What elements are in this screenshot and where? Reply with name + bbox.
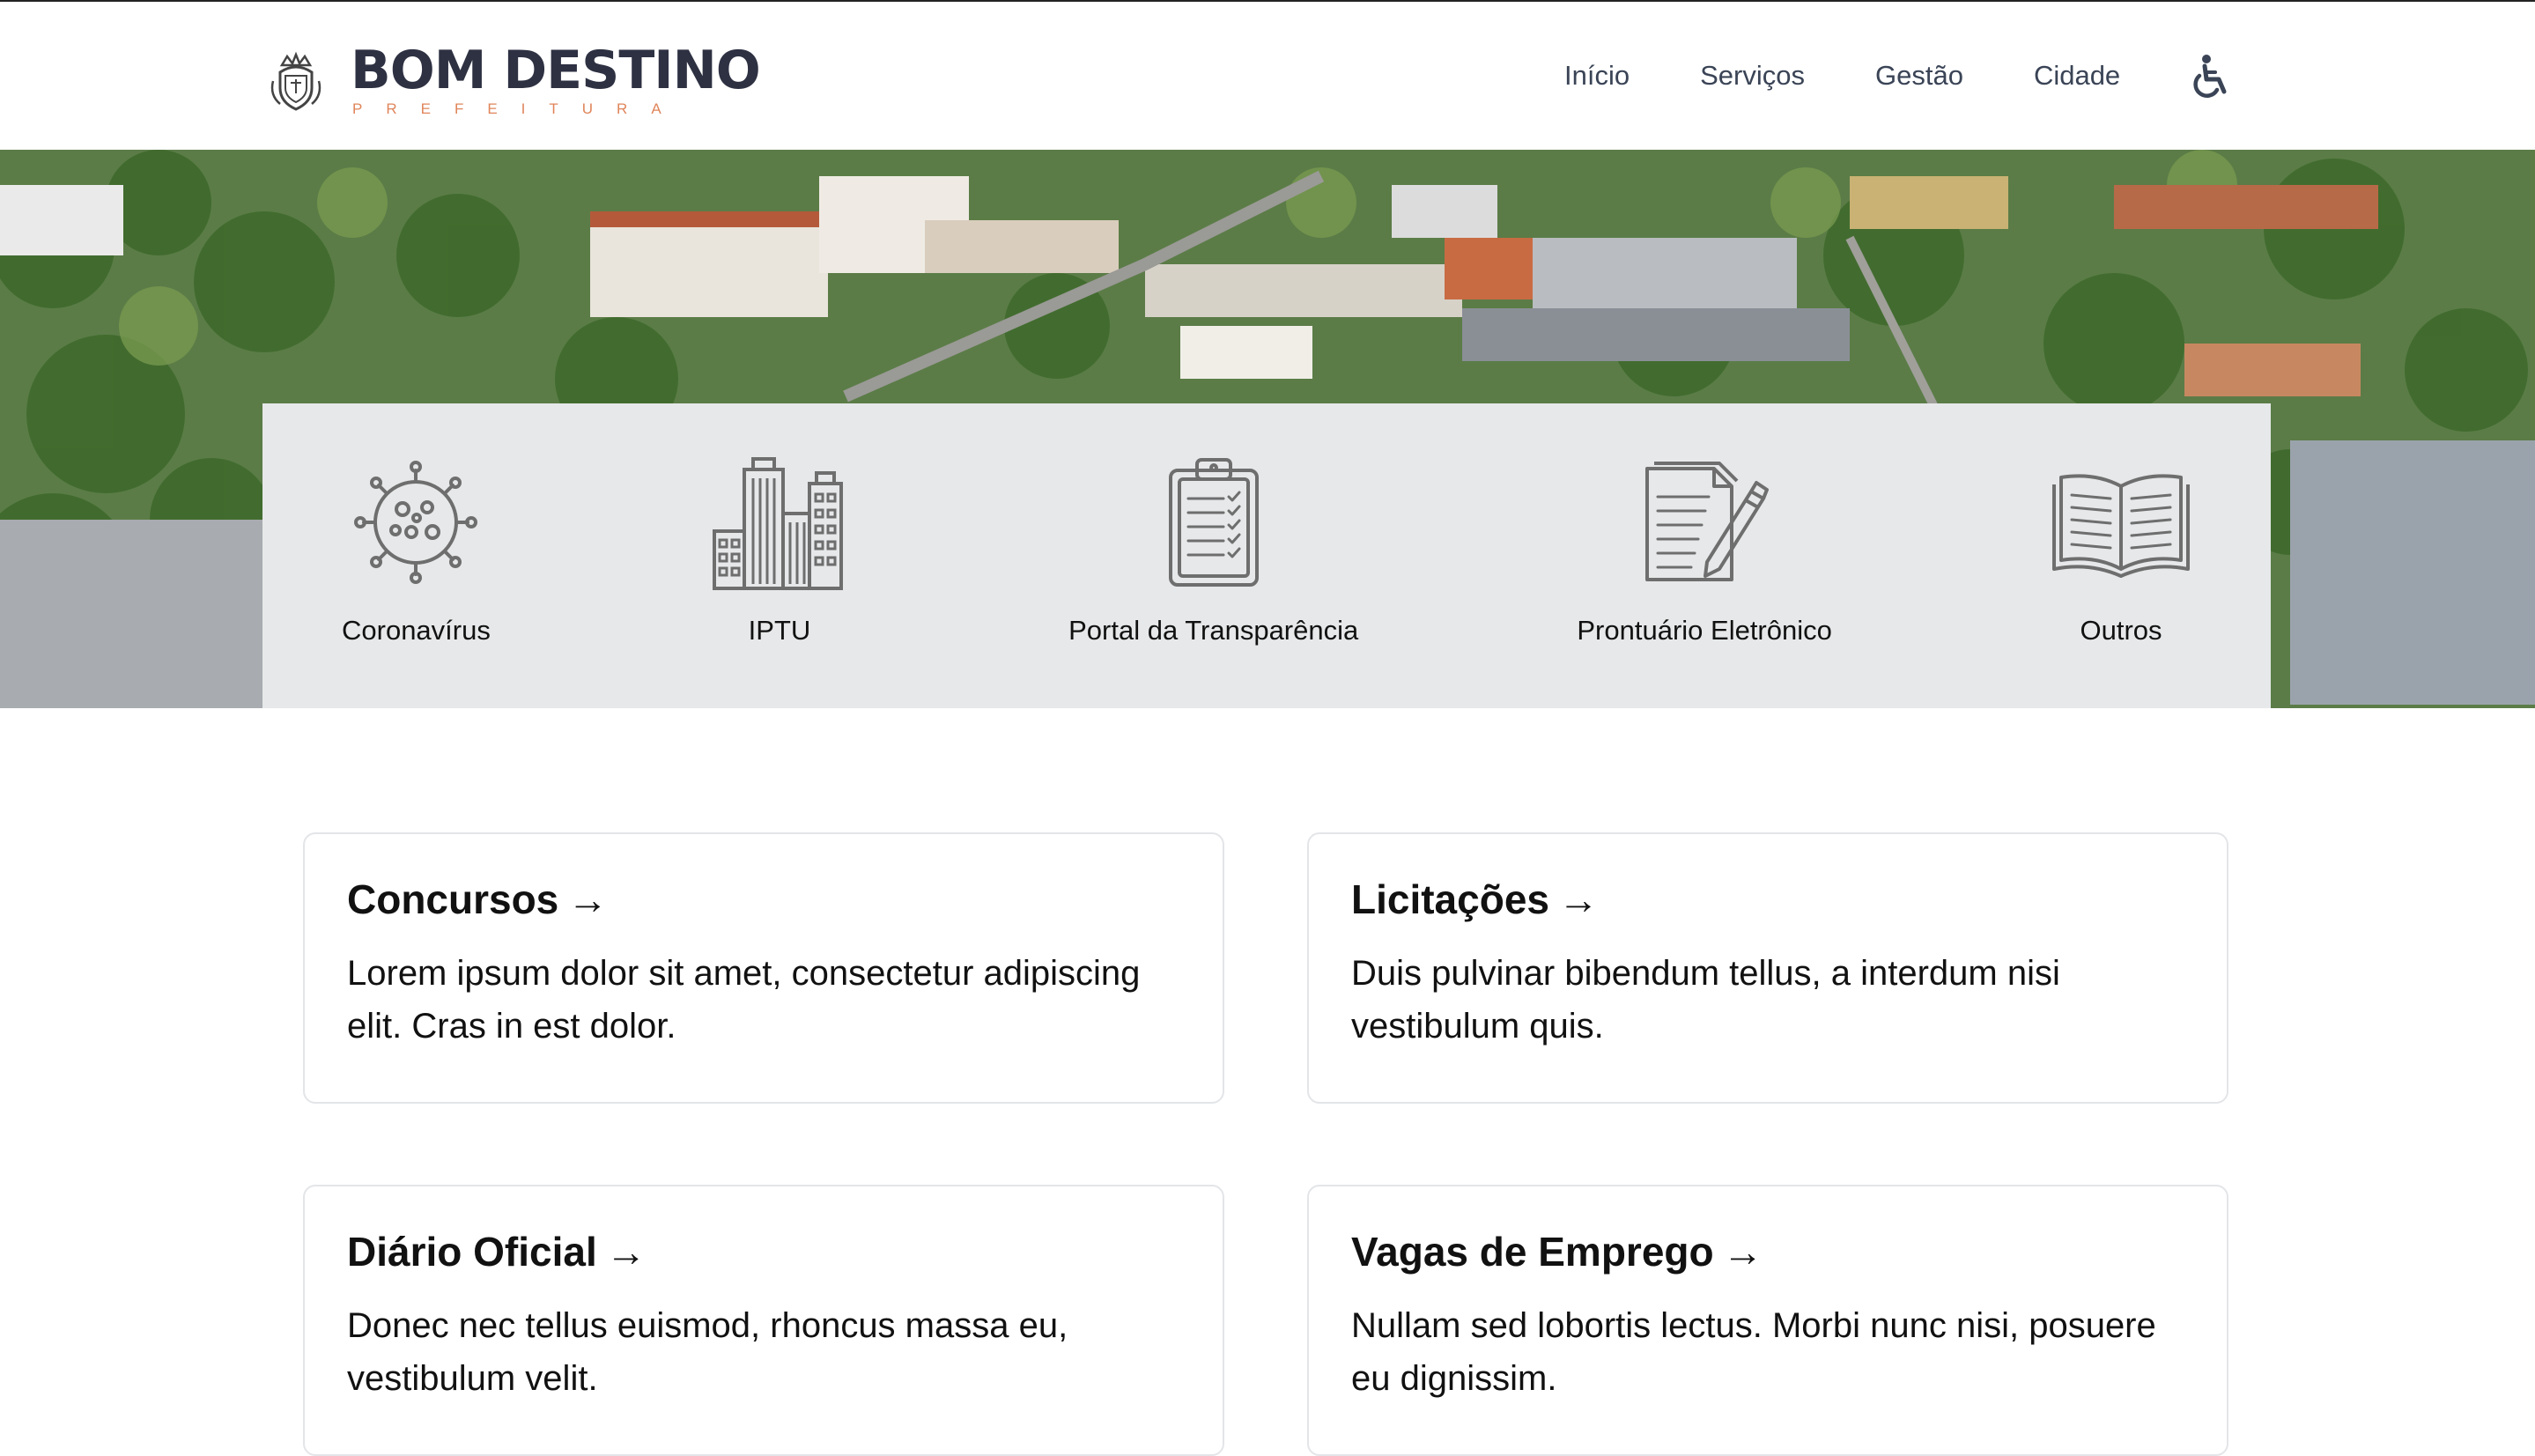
card-vagas-emprego[interactable]: Vagas de Emprego → Nullam sed lobortis le…: [1307, 1185, 2228, 1456]
arrow-right-icon: →: [1558, 876, 1599, 922]
service-label: Coronavírus: [342, 615, 491, 646]
card-title: Diário Oficial →: [347, 1227, 1180, 1276]
nav-link-servicos[interactable]: Serviços: [1700, 54, 1805, 98]
virus-icon: [354, 461, 478, 584]
arrow-right-icon: →: [605, 1229, 647, 1275]
card-title-text: Concursos: [347, 876, 559, 922]
crest-icon: [270, 51, 321, 111]
service-label: IPTU: [748, 615, 811, 646]
card-title: Vagas de Emprego →: [1351, 1227, 2184, 1276]
logo[interactable]: BOM DESTINO PREFEITURA: [261, 37, 761, 125]
card-title: Concursos →: [347, 875, 1180, 924]
arrow-right-icon: →: [1722, 1229, 1763, 1275]
card-description: Lorem ipsum dolor sit amet, consectetur …: [347, 954, 1141, 1046]
main-nav: Início Serviços Gestão Cidade: [1564, 53, 2231, 99]
arrow-right-icon: →: [567, 876, 609, 922]
card-title-text: Licitações: [1351, 876, 1549, 922]
card-description: Duis pulvinar bibendum tellus, a interdu…: [1351, 954, 2060, 1046]
card-title-text: Vagas de Emprego: [1351, 1229, 1714, 1275]
open-book-icon: [2052, 474, 2190, 578]
service-label: Outros: [2080, 615, 2162, 646]
card-title: Licitações →: [1351, 875, 2184, 924]
nav-link-cidade[interactable]: Cidade: [2034, 54, 2120, 98]
wheelchair-icon[interactable]: [2189, 53, 2231, 99]
site-header: BOM DESTINO PREFEITURA Início Serviços G…: [0, 2, 2535, 150]
buildings-icon: [712, 457, 843, 590]
service-outros[interactable]: Outros: [2051, 403, 2191, 647]
card-diario-oficial[interactable]: Diário Oficial → Donec nec tellus euismod…: [303, 1185, 1224, 1456]
services-bar: Coronavírus IPTU Portal da Transparência…: [262, 403, 2271, 708]
nav-link-inicio[interactable]: Início: [1564, 54, 1630, 98]
nav-link-gestao[interactable]: Gestão: [1875, 54, 1963, 98]
card-title-text: Diário Oficial: [347, 1229, 597, 1275]
clipboard-checklist-icon: [1168, 458, 1259, 587]
service-coronavirus[interactable]: Coronavírus: [342, 403, 491, 647]
card-description: Nullam sed lobortis lectus. Morbi nunc n…: [1351, 1306, 2156, 1398]
service-label: Prontuário Eletrônico: [1577, 615, 1832, 646]
brand-name: BOM DESTINO: [351, 40, 761, 101]
card-concursos[interactable]: Concursos → Lorem ipsum dolor sit amet, c…: [303, 832, 1224, 1104]
card-description: Donec nec tellus euismod, rhoncus massa …: [347, 1306, 1068, 1398]
document-pen-icon: [1645, 462, 1770, 581]
service-iptu[interactable]: IPTU: [709, 403, 850, 647]
service-label: Portal da Transparência: [1068, 615, 1359, 646]
service-portal-transparencia[interactable]: Portal da Transparência: [1068, 403, 1358, 647]
card-licitacoes[interactable]: Licitações → Duis pulvinar bibendum tellu…: [1307, 832, 2228, 1104]
brand-subtitle: PREFEITURA: [352, 100, 685, 117]
brand-text: BOM DESTINO PREFEITURA: [351, 40, 761, 118]
service-prontuario-eletronico[interactable]: Prontuário Eletrônico: [1577, 403, 1832, 647]
